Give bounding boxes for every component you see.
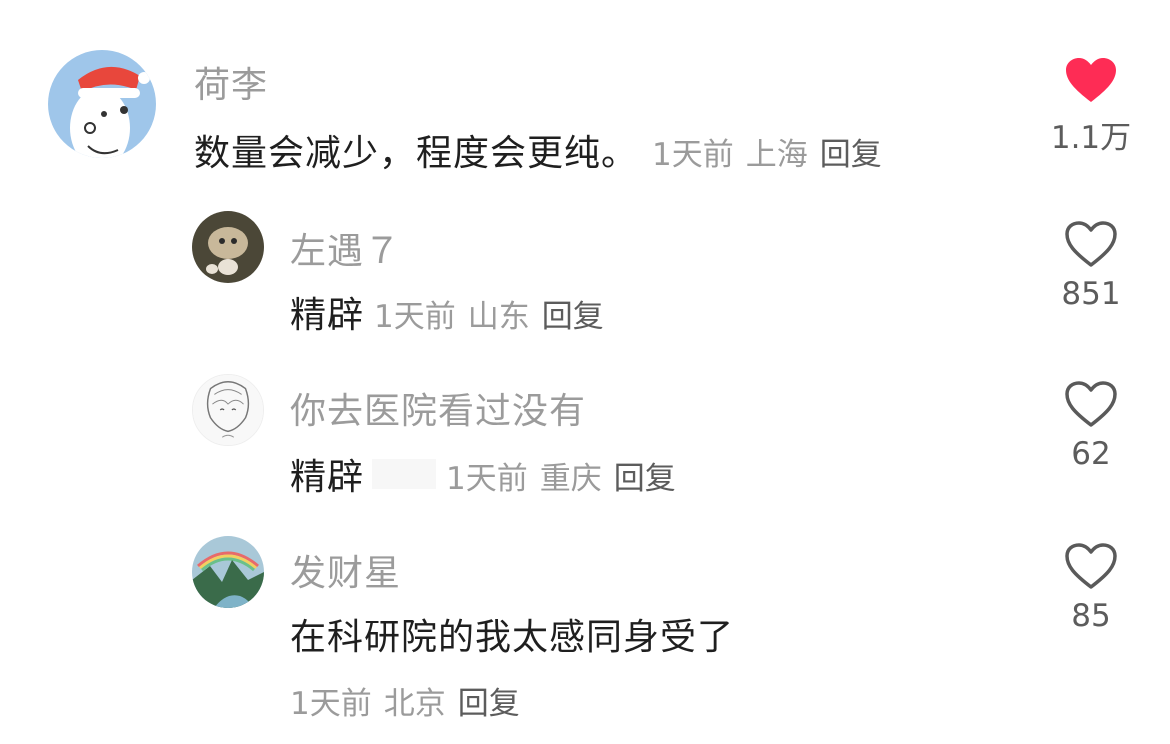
comment-line: 在科研院的我太感同身受了	[290, 608, 734, 660]
like-count: 85	[1071, 598, 1111, 634]
location: 重庆	[539, 461, 602, 497]
heart-outline-icon	[1065, 381, 1117, 427]
username[interactable]: 你去医院看过没有	[290, 382, 586, 434]
reply-button[interactable]: 回复	[614, 461, 676, 497]
redacted-content	[372, 459, 437, 489]
location: 山东	[467, 299, 530, 335]
reply-button[interactable]: 回复	[542, 299, 604, 335]
comment-meta-line: 1天前 北京 回复	[290, 678, 532, 723]
like-button[interactable]: 62	[1041, 380, 1141, 472]
avatar[interactable]	[48, 50, 156, 158]
comment-item: 荷李 数量会减少，程度会更纯。 1天前 上海 回复 1.1万	[0, 0, 1170, 190]
heart-outline-icon	[1065, 543, 1117, 589]
avatar[interactable]	[192, 374, 264, 446]
comment-line: 数量会减少，程度会更纯。 1天前 上海 回复	[194, 124, 894, 176]
timestamp: 1天前	[446, 461, 528, 497]
reply-item: 你去医院看过没有 精辟 1天前 重庆 回复 62	[0, 352, 1170, 514]
timestamp: 1天前	[652, 137, 734, 173]
username[interactable]: 左遇７	[290, 222, 401, 274]
like-count: 1.1万	[1050, 120, 1132, 156]
comment-meta: 1天前 北京 回复	[290, 678, 532, 723]
avatar[interactable]	[192, 211, 264, 283]
comment-text: 精辟	[290, 457, 365, 498]
timestamp: 1天前	[290, 686, 372, 722]
comment-text: 精辟	[290, 295, 365, 336]
comment-meta: 1天前 山东 回复	[374, 291, 616, 336]
like-button[interactable]: 85	[1041, 542, 1141, 634]
like-button[interactable]: 851	[1041, 220, 1141, 312]
comment-text: 数量会减少，程度会更纯。	[194, 133, 639, 174]
username[interactable]: 发财星	[290, 544, 401, 596]
heart-filled-icon	[1066, 58, 1116, 102]
comment-line: 精辟 1天前 重庆 回复	[290, 448, 688, 500]
avatar[interactable]	[192, 536, 264, 608]
reply-button[interactable]: 回复	[458, 686, 520, 722]
reply-item: 左遇７ 精辟 1天前 山东 回复 851	[0, 190, 1170, 350]
comment-text: 在科研院的我太感同身受了	[290, 617, 735, 658]
heart-outline-icon	[1065, 221, 1117, 267]
reply-item: 发财星 在科研院的我太感同身受了 1天前 北京 回复 85	[0, 514, 1170, 744]
like-count: 62	[1071, 436, 1111, 472]
location: 北京	[383, 686, 446, 722]
username[interactable]: 荷李	[194, 56, 268, 108]
comment-meta: 1天前 重庆 回复	[446, 453, 688, 498]
like-button[interactable]: 1.1万	[1041, 56, 1141, 157]
like-count: 851	[1061, 276, 1121, 312]
comment-meta: 1天前 上海 回复	[652, 129, 894, 174]
comment-line: 精辟 1天前 山东 回复	[290, 286, 616, 338]
reply-button[interactable]: 回复	[820, 137, 882, 173]
timestamp: 1天前	[374, 299, 456, 335]
location: 上海	[745, 137, 808, 173]
